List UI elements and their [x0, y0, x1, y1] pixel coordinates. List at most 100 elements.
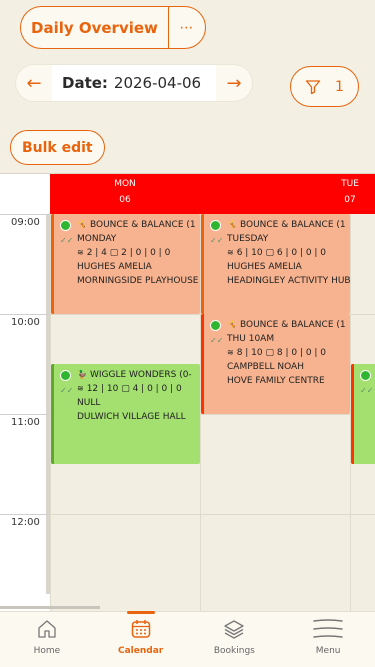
- event-venue: MORNINGSIDE PLAYHOUSE: [77, 276, 199, 286]
- event-day: MONDAY: [77, 234, 117, 244]
- nav-menu[interactable]: Menu: [281, 612, 375, 667]
- layers-icon: [224, 620, 245, 639]
- horizontal-scrollbar[interactable]: [0, 606, 100, 609]
- date-label: Date:: [62, 74, 108, 92]
- day-header-row: MON 06 TUE 07: [50, 174, 375, 214]
- more-options-button[interactable]: ⋯: [167, 7, 205, 48]
- event-stats: 2 | 4 ▢ 2 | 0 | 0 | 0: [86, 248, 171, 258]
- event-title: BOUNCE & BALANCE (1: [239, 320, 346, 330]
- double-check-icon: ✓✓: [60, 386, 74, 395]
- event-card[interactable]: ✓✓ 🤸 BOUNCE & BALANCE (1 THU 10AM ≋ 8 | 10…: [201, 314, 350, 414]
- nav-label: Calendar: [118, 646, 164, 656]
- day-header-mon[interactable]: MON 06: [50, 174, 200, 214]
- event-title: BOUNCE & BALANCE (1: [89, 220, 196, 230]
- activity-icon: 🤸: [227, 320, 237, 329]
- hour-gridline: [50, 514, 375, 515]
- event-stats-row: ≋ 8 | 10 ▢ 8 | 0 | 0 | 0: [227, 346, 350, 360]
- date-value: 2026-04-06: [113, 74, 202, 92]
- nav-label: Bookings: [213, 646, 255, 656]
- event-color-bar: [201, 214, 204, 314]
- hour-line: [0, 314, 50, 315]
- time-label: 09:00: [11, 217, 40, 228]
- filter-button[interactable]: 1: [290, 66, 359, 107]
- event-stats-row: ≋ 12 | 10 ▢ 4 | 0 | 0 | 0: [77, 382, 200, 396]
- nav-calendar[interactable]: Calendar: [94, 611, 188, 667]
- top-bar: Daily Overview ⋯: [20, 6, 206, 49]
- day-header-tue[interactable]: TUE 07: [200, 174, 375, 214]
- status-dot-icon: [360, 370, 371, 381]
- time-label: 12:00: [11, 517, 40, 528]
- filter-count: 1: [335, 78, 344, 95]
- hour-line: [0, 414, 50, 415]
- double-check-icon: ✓✓: [210, 336, 224, 345]
- nav-label: Menu: [315, 646, 341, 656]
- next-day-button[interactable]: →: [216, 65, 252, 101]
- double-check-icon: ✓✓: [210, 236, 224, 245]
- event-stats: 8 | 10 ▢ 8 | 0 | 0 | 0: [236, 348, 327, 358]
- event-card[interactable]: ✓✓ 🤸 BOUNCE & BALANCE (1 MONDAY ≋ 2 | 4 ▢ …: [51, 214, 200, 314]
- event-venue: HEADINGLEY ACTIVITY HUB: [227, 276, 350, 286]
- event-stats-row: ≋ 6 | 10 ▢ 6 | 0 | 0 | 0: [227, 246, 350, 260]
- status-dot-icon: [210, 220, 221, 231]
- activity-icon: 🤸: [77, 220, 87, 229]
- nav-home[interactable]: Home: [0, 612, 94, 667]
- nav-bookings[interactable]: Bookings: [188, 612, 282, 667]
- home-icon: [38, 620, 56, 638]
- event-card[interactable]: ✓✓: [351, 364, 375, 464]
- activity-icon: 🤸: [227, 220, 237, 229]
- calendar-icon: [131, 620, 150, 638]
- event-venue: DULWICH VILLAGE HALL: [77, 412, 186, 422]
- layers-icon: ≋: [77, 384, 84, 393]
- day-of-week: MON: [114, 179, 136, 189]
- event-coach: NULL: [77, 398, 101, 408]
- event-color-bar: [51, 364, 54, 464]
- time-label: 10:00: [11, 317, 40, 328]
- time-column: 09:00 10:00 11:00 12:00: [0, 174, 50, 611]
- event-title-row: 🤸 BOUNCE & BALANCE (1: [77, 218, 200, 232]
- menu-icon: [313, 619, 343, 638]
- bottom-navigation: Home Calendar Bookings Menu: [0, 611, 375, 667]
- double-check-icon: ✓✓: [360, 386, 374, 395]
- status-dot-icon: [60, 370, 71, 381]
- day-number: 07: [344, 195, 356, 205]
- status-dot-icon: [60, 220, 71, 231]
- event-title: WIGGLE WONDERS (0-: [89, 370, 192, 380]
- layers-icon: ≋: [77, 248, 84, 257]
- day-of-week: TUE: [341, 179, 359, 189]
- event-color-bar: [201, 314, 204, 414]
- event-title-row: 🦆 WIGGLE WONDERS (0-: [77, 368, 200, 382]
- layers-icon: ≋: [227, 348, 234, 357]
- event-title-row: 🤸 BOUNCE & BALANCE (1: [227, 218, 350, 232]
- event-venue: HOVE FAMILY CENTRE: [227, 376, 325, 386]
- status-dot-icon: [210, 320, 221, 331]
- event-card[interactable]: ✓✓ 🦆 WIGGLE WONDERS (0- ≋ 12 | 10 ▢ 4 | 0 …: [51, 364, 200, 464]
- prev-day-button[interactable]: ←: [16, 65, 52, 101]
- hour-line: [0, 214, 50, 215]
- date-display[interactable]: Date: 2026-04-06: [52, 65, 216, 101]
- day-number: 06: [119, 195, 131, 205]
- event-coach: HUGHES AMELIA: [227, 262, 302, 272]
- event-title-row: 🤸 BOUNCE & BALANCE (1: [227, 318, 350, 332]
- event-coach: CAMPBELL NOAH: [227, 362, 304, 372]
- event-day: THU 10AM: [227, 334, 275, 344]
- event-color-bar: [351, 364, 354, 464]
- event-day: TUESDAY: [227, 234, 269, 244]
- calendar-grid[interactable]: ✓✓ 🤸 BOUNCE & BALANCE (1 MONDAY ≋ 2 | 4 ▢ …: [50, 214, 375, 611]
- event-stats-row: ≋ 2 | 4 ▢ 2 | 0 | 0 | 0: [77, 246, 200, 260]
- date-navigator: ← Date: 2026-04-06 →: [16, 65, 252, 101]
- double-check-icon: ✓✓: [60, 236, 74, 245]
- event-card[interactable]: ✓✓ 🤸 BOUNCE & BALANCE (1 TUESDAY ≋ 6 | 10 …: [201, 214, 350, 314]
- nav-label: Home: [33, 646, 61, 656]
- calendar-view[interactable]: 09:00 10:00 11:00 12:00 MON 06 TUE 07 ✓✓…: [0, 173, 375, 611]
- event-stats: 12 | 10 ▢ 4 | 0 | 0 | 0: [86, 384, 182, 394]
- time-label: 11:00: [11, 417, 40, 428]
- hour-line: [0, 514, 50, 515]
- filter-icon: [305, 79, 321, 94]
- event-coach: HUGHES AMELIA: [77, 262, 152, 272]
- event-title: BOUNCE & BALANCE (1: [239, 220, 346, 230]
- event-stats: 6 | 10 ▢ 6 | 0 | 0 | 0: [236, 248, 327, 258]
- bulk-edit-button[interactable]: Bulk edit: [10, 130, 105, 165]
- activity-icon: 🦆: [77, 370, 87, 379]
- layers-icon: ≋: [227, 248, 234, 257]
- daily-overview-button[interactable]: Daily Overview: [21, 7, 168, 48]
